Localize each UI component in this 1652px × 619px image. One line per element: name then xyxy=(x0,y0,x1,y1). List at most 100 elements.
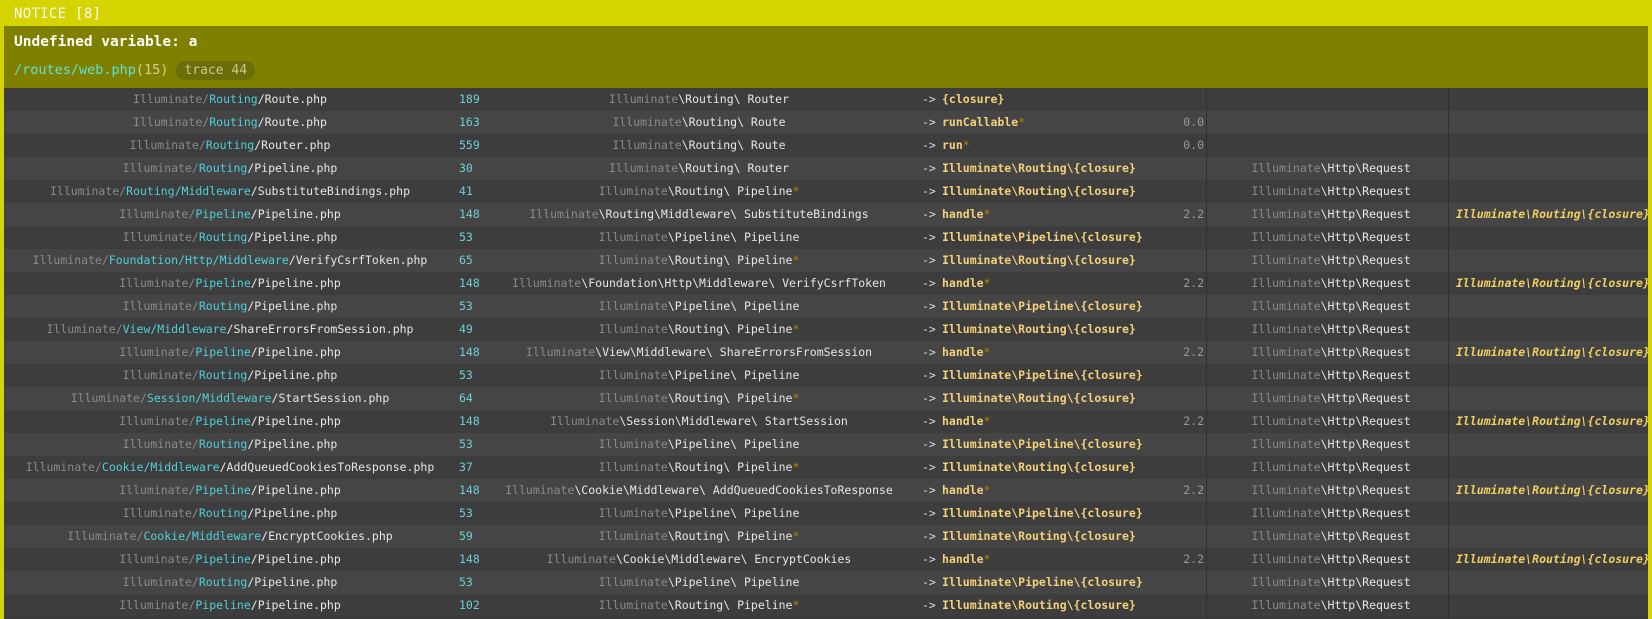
trace-file-path[interactable]: Illuminate/Cookie/Middleware/AddQueuedCo… xyxy=(4,456,456,479)
trace-closure-argument[interactable] xyxy=(1456,387,1648,410)
trace-closure-argument[interactable]: Illuminate\Routing\{closure} xyxy=(1456,341,1648,364)
trace-closure-argument[interactable] xyxy=(1456,525,1648,548)
trace-row[interactable]: Illuminate/Routing/Pipeline.php 53 Illumin… xyxy=(4,433,1648,456)
trace-argument[interactable]: Illuminate\Http\Request xyxy=(1208,318,1454,341)
trace-row[interactable]: Illuminate/Routing/Pipeline.php 30 Illumin… xyxy=(4,157,1648,180)
trace-argument[interactable]: Illuminate\Http\Request xyxy=(1208,341,1454,364)
trace-argument[interactable]: Illuminate\Http\Request xyxy=(1208,249,1454,272)
trace-file-path[interactable]: Illuminate/Routing/Pipeline.php xyxy=(4,295,456,318)
trace-file-path[interactable]: Illuminate/View/Middleware/ShareErrorsFr… xyxy=(4,318,456,341)
trace-argument[interactable]: Illuminate\Http\Request xyxy=(1208,226,1454,249)
trace-row[interactable]: Illuminate/Pipeline/Pipeline.php 148 Illum… xyxy=(4,410,1648,433)
trace-closure-argument[interactable] xyxy=(1456,111,1648,134)
trace-row[interactable]: Illuminate/Pipeline/Pipeline.php 148 Illum… xyxy=(4,203,1648,226)
trace-closure-argument[interactable] xyxy=(1456,157,1648,180)
trace-row[interactable]: Illuminate/Routing/Router.php 559 Illumina… xyxy=(4,134,1648,157)
trace-argument[interactable] xyxy=(1208,111,1454,134)
trace-file-path[interactable]: Illuminate/Pipeline/Pipeline.php xyxy=(4,594,456,617)
trace-file-path[interactable]: Illuminate/Routing/Pipeline.php xyxy=(4,226,456,249)
trace-class-name: Illuminate\Pipeline\ Pipeline xyxy=(474,226,924,249)
trace-closure-argument[interactable]: Illuminate\Routing\{closure} xyxy=(1456,548,1648,571)
trace-row[interactable]: Illuminate/Routing/Pipeline.php 53 Illumin… xyxy=(4,364,1648,387)
trace-argument[interactable] xyxy=(1208,134,1454,157)
trace-argument[interactable]: Illuminate\Http\Request xyxy=(1208,479,1454,502)
trace-argument[interactable]: Illuminate\Http\Request xyxy=(1208,364,1454,387)
trace-argument[interactable]: Illuminate\Http\Request xyxy=(1208,571,1454,594)
trace-row[interactable]: Illuminate/Routing/Pipeline.php 53 Illumin… xyxy=(4,571,1648,594)
argument-vendor-prefix: Illuminate xyxy=(1251,460,1321,474)
trace-closure-argument[interactable] xyxy=(1456,364,1648,387)
trace-row[interactable]: Illuminate/Pipeline/Pipeline.php 148 Illum… xyxy=(4,341,1648,364)
trace-file-path[interactable]: Illuminate/Routing/Route.php xyxy=(4,111,456,134)
trace-file-path[interactable]: Illuminate/Routing/Pipeline.php xyxy=(4,571,456,594)
trace-row[interactable]: Illuminate/Pipeline/Pipeline.php 148 Illum… xyxy=(4,272,1648,295)
trace-file-path[interactable]: Illuminate/Pipeline/Pipeline.php xyxy=(4,479,456,502)
trace-closure-argument[interactable]: Illuminate\Routing\{closure} xyxy=(1456,272,1648,295)
trace-row[interactable]: Illuminate/Routing/Pipeline.php 53 Illumin… xyxy=(4,502,1648,525)
trace-closure-argument[interactable] xyxy=(1456,433,1648,456)
trace-argument[interactable]: Illuminate\Http\Request xyxy=(1208,410,1454,433)
call-arrow: -> xyxy=(922,552,936,566)
trace-file-path[interactable]: Illuminate/Routing/Pipeline.php xyxy=(4,502,456,525)
trace-closure-argument[interactable] xyxy=(1456,502,1648,525)
trace-argument[interactable]: Illuminate\Http\Request xyxy=(1208,157,1454,180)
trace-argument[interactable]: Illuminate\Http\Request xyxy=(1208,502,1454,525)
trace-file-path[interactable]: Illuminate/Routing/Router.php xyxy=(4,134,456,157)
trace-file-path[interactable]: Illuminate/Pipeline/Pipeline.php xyxy=(4,203,456,226)
trace-file-path[interactable]: Illuminate/Pipeline/Pipeline.php xyxy=(4,410,456,433)
trace-file-path[interactable]: Illuminate/Routing/Middleware/Substitute… xyxy=(4,180,456,203)
trace-closure-argument[interactable] xyxy=(1456,594,1648,617)
trace-argument[interactable]: Illuminate\Http\Request xyxy=(1208,180,1454,203)
trace-file-path[interactable]: Illuminate/Routing/Pipeline.php xyxy=(4,157,456,180)
trace-row[interactable]: Illuminate/Cookie/Middleware/AddQueuedCo… xyxy=(4,456,1648,479)
trace-closure-argument[interactable] xyxy=(1456,88,1648,111)
trace-closure-argument[interactable] xyxy=(1456,249,1648,272)
trace-closure-argument[interactable]: Illuminate\Routing\{closure} xyxy=(1456,410,1648,433)
trace-closure-argument[interactable] xyxy=(1456,571,1648,594)
trace-time xyxy=(1154,364,1204,387)
trace-file-path[interactable]: Illuminate/Foundation/Http/Middleware/Ve… xyxy=(4,249,456,272)
trace-file-path[interactable]: Illuminate/Routing/Pipeline.php xyxy=(4,433,456,456)
trace-argument[interactable]: Illuminate\Http\Request xyxy=(1208,203,1454,226)
trace-file-path[interactable]: Illuminate/Routing/Route.php xyxy=(4,88,456,111)
trace-closure-argument[interactable] xyxy=(1456,456,1648,479)
trace-file-path[interactable]: Illuminate/Pipeline/Pipeline.php xyxy=(4,341,456,364)
trace-row[interactable]: Illuminate/Cookie/Middleware/EncryptCook… xyxy=(4,525,1648,548)
trace-closure-argument[interactable] xyxy=(1456,134,1648,157)
error-file-link[interactable]: /routes/web.php xyxy=(14,62,136,78)
trace-closure-argument[interactable] xyxy=(1456,318,1648,341)
trace-argument[interactable]: Illuminate\Http\Request xyxy=(1208,433,1454,456)
trace-row[interactable]: Illuminate/Routing/Route.php 163 Illuminat… xyxy=(4,111,1648,134)
trace-row[interactable]: Illuminate/Pipeline/Pipeline.php 102 Illum… xyxy=(4,594,1648,617)
trace-file-path[interactable]: Illuminate/Routing/Pipeline.php xyxy=(4,364,456,387)
trace-argument[interactable]: Illuminate\Http\Request xyxy=(1208,548,1454,571)
trace-file-path[interactable]: Illuminate/Pipeline/Pipeline.php xyxy=(4,272,456,295)
trace-row[interactable]: Illuminate/Session/Middleware/StartSessi… xyxy=(4,387,1648,410)
trace-file-path[interactable]: Illuminate/Pipeline/Pipeline.php xyxy=(4,548,456,571)
trace-row[interactable]: Illuminate/View/Middleware/ShareErrorsFr… xyxy=(4,318,1648,341)
trace-row[interactable]: Illuminate/Foundation/Http/Middleware/Ve… xyxy=(4,249,1648,272)
trace-closure-argument[interactable]: Illuminate\Routing\{closure} xyxy=(1456,203,1648,226)
trace-row[interactable]: Illuminate/Routing/Pipeline.php 53 Illumin… xyxy=(4,295,1648,318)
trace-file-path[interactable]: Illuminate/Cookie/Middleware/EncryptCook… xyxy=(4,525,456,548)
trace-row[interactable]: Illuminate/Routing/Middleware/Substitute… xyxy=(4,180,1648,203)
trace-closure-argument[interactable] xyxy=(1456,180,1648,203)
function-name: Illuminate\Routing\{closure} xyxy=(942,598,1136,612)
trace-closure-argument[interactable] xyxy=(1456,226,1648,249)
trace-argument[interactable]: Illuminate\Http\Request xyxy=(1208,525,1454,548)
trace-toggle-badge[interactable]: trace 44 xyxy=(176,61,256,80)
trace-closure-argument[interactable]: Illuminate\Routing\{closure} xyxy=(1456,479,1648,502)
trace-argument[interactable]: Illuminate\Http\Request xyxy=(1208,295,1454,318)
trace-class-name: Illuminate\Pipeline\ Pipeline xyxy=(474,571,924,594)
trace-argument[interactable]: Illuminate\Http\Request xyxy=(1208,272,1454,295)
trace-argument[interactable]: Illuminate\Http\Request xyxy=(1208,456,1454,479)
trace-file-path[interactable]: Illuminate/Session/Middleware/StartSessi… xyxy=(4,387,456,410)
trace-argument[interactable]: Illuminate\Http\Request xyxy=(1208,387,1454,410)
trace-argument[interactable] xyxy=(1208,88,1454,111)
trace-row[interactable]: Illuminate/Pipeline/Pipeline.php 148 Illum… xyxy=(4,479,1648,502)
trace-row[interactable]: Illuminate/Pipeline/Pipeline.php 148 Illum… xyxy=(4,548,1648,571)
trace-closure-argument[interactable] xyxy=(1456,295,1648,318)
trace-row[interactable]: Illuminate/Routing/Route.php 189 Illuminat… xyxy=(4,88,1648,111)
trace-argument[interactable]: Illuminate\Http\Request xyxy=(1208,594,1454,617)
trace-row[interactable]: Illuminate/Routing/Pipeline.php 53 Illumin… xyxy=(4,226,1648,249)
